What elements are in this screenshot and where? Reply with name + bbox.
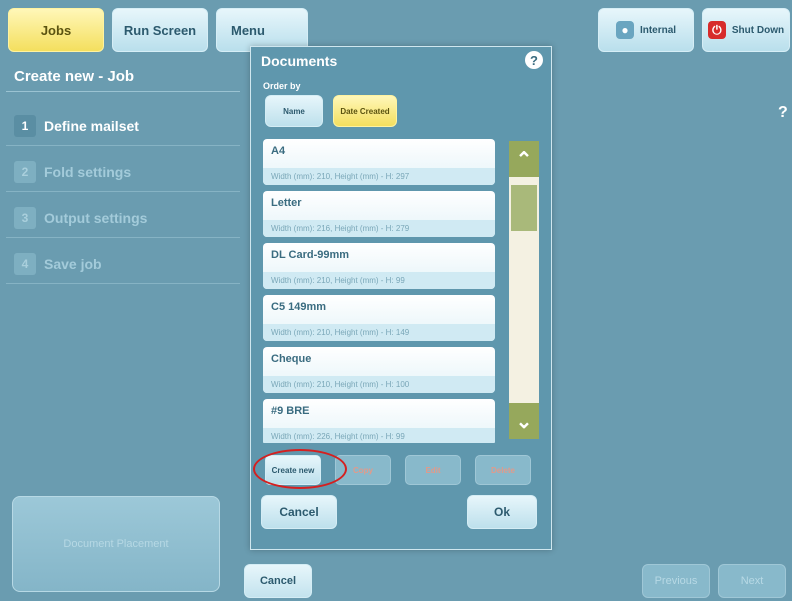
cancel-button[interactable]: Cancel [244,564,312,598]
document-name: Letter [271,197,302,209]
internal-button[interactable]: ● Internal [598,8,694,52]
run-screen-button[interactable]: Run Screen [112,8,208,52]
document-name: DL Card-99mm [271,249,350,261]
delete-button[interactable]: Delete [475,455,531,485]
step-number: 1 [14,114,36,137]
step-save-job: 4 Save job [6,244,240,284]
edit-button[interactable]: Edit [405,455,461,485]
list-item[interactable]: A4 Width (mm): 210, Height (mm) - H: 297 [263,139,495,185]
scroll-thumb[interactable] [511,185,537,231]
document-name: Cheque [271,353,312,365]
step-label: Fold settings [44,163,132,180]
step-output-settings: 3 Output settings [6,198,240,238]
step-fold-settings: 2 Fold settings [6,152,240,192]
step-number: 4 [14,252,36,275]
list-item[interactable]: Letter Width (mm): 216, Height (mm) - H:… [263,191,495,237]
document-name: #9 BRE [271,405,310,417]
shut-down-label: Shut Down [731,24,785,36]
document-dims: Width (mm): 226, Height (mm) - H: 99 [263,428,495,443]
step-label: Output settings [44,209,148,226]
document-dims: Width (mm): 210, Height (mm) - H: 99 [263,272,495,289]
dialog-help-icon[interactable]: ? [525,51,543,69]
list-item[interactable]: C5 149mm Width (mm): 210, Height (mm) - … [263,295,495,341]
next-button[interactable]: Next [718,564,786,598]
internal-label: Internal [639,24,677,36]
previous-button[interactable]: Previous [642,564,710,598]
step-define-mailset[interactable]: 1 Define mailset [6,106,240,146]
highlight-circle [253,449,347,489]
step-number: 2 [14,160,36,183]
list-scrollbar[interactable]: ⌃ ⌄ [509,141,539,439]
step-label: Define mailset [44,117,139,134]
document-list: A4 Width (mm): 210, Height (mm) - H: 297… [263,139,495,443]
order-by-date-button[interactable]: Date Created [333,95,397,127]
shut-down-button[interactable]: ⏻ Shut Down [702,8,790,52]
list-item[interactable]: Cheque Width (mm): 210, Height (mm) - H:… [263,347,495,393]
document-dims: Width (mm): 210, Height (mm) - H: 149 [263,324,495,341]
dialog-cancel-button[interactable]: Cancel [261,495,337,529]
power-icon: ⏻ [707,21,726,39]
document-dims: Width (mm): 210, Height (mm) - H: 297 [263,168,495,185]
page-title: Create new - Job [6,62,240,92]
order-by-label: Order by [263,81,301,91]
document-dims: Width (mm): 210, Height (mm) - H: 100 [263,376,495,393]
step-label: Save job [44,255,102,272]
scroll-up-icon[interactable]: ⌃ [509,141,539,177]
help-icon[interactable]: ? [778,104,788,122]
document-name: C5 149mm [271,301,327,313]
document-dims: Width (mm): 216, Height (mm) - H: 279 [263,220,495,237]
step-number: 3 [14,206,36,229]
documents-dialog: Documents ? Order by Name Date Created A… [250,46,552,550]
list-item[interactable]: DL Card-99mm Width (mm): 210, Height (mm… [263,243,495,289]
user-icon: ● [615,21,634,39]
dialog-title: Documents [261,53,338,69]
document-placement-button[interactable]: Document Placement [12,496,220,592]
list-item[interactable]: #9 BRE Width (mm): 226, Height (mm) - H:… [263,399,495,443]
jobs-button[interactable]: Jobs [8,8,104,52]
dialog-ok-button[interactable]: Ok [467,495,537,529]
order-by-name-button[interactable]: Name [265,95,323,127]
scroll-down-icon[interactable]: ⌄ [509,403,539,439]
document-name: A4 [271,145,286,157]
